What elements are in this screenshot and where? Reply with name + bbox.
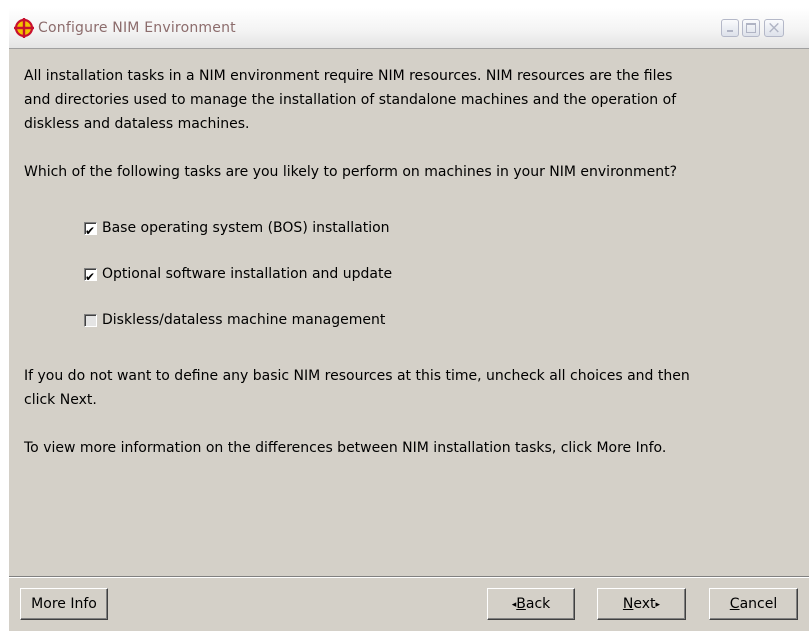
intro-text: All installation tasks in a NIM environm… bbox=[24, 68, 677, 132]
maximize-button[interactable] bbox=[742, 19, 760, 37]
option-bos-installation[interactable]: ✔ Base operating system (BOS) installati… bbox=[84, 216, 390, 240]
maximize-icon bbox=[746, 23, 756, 33]
checkbox-optional-software[interactable]: ✔ bbox=[84, 267, 97, 284]
close-button[interactable]: × bbox=[764, 18, 784, 38]
title-bar[interactable]: Configure NIM Environment × bbox=[9, 8, 809, 49]
minimize-button[interactable] bbox=[721, 19, 739, 37]
option-label: Base operating system (BOS) installation bbox=[102, 220, 390, 236]
cancel-label: ancel bbox=[739, 596, 778, 612]
next-arrow-icon: ▸ bbox=[655, 600, 661, 610]
next-button[interactable]: Next▸ bbox=[597, 588, 686, 620]
checkmark-icon: ✔ bbox=[85, 223, 96, 238]
hint-text: If you do not want to define any basic N… bbox=[24, 368, 690, 408]
option-diskless-management[interactable]: Diskless/dataless machine management bbox=[84, 308, 385, 332]
back-mnemonic: B bbox=[516, 596, 526, 612]
cancel-mnemonic: C bbox=[729, 596, 740, 612]
back-label: ack bbox=[525, 596, 551, 612]
minimize-icon bbox=[727, 30, 733, 32]
option-label: Diskless/dataless machine management bbox=[102, 312, 386, 328]
configure-nim-dialog: Configure NIM Environment × All installa… bbox=[8, 7, 809, 631]
back-button[interactable]: ◂Back bbox=[487, 588, 575, 620]
checkbox-bos-installation[interactable]: ✔ bbox=[84, 221, 97, 238]
option-label: Optional software installation and updat… bbox=[102, 266, 393, 282]
nim-crosshair-icon bbox=[14, 18, 34, 38]
close-icon: × bbox=[766, 18, 782, 38]
next-label: ext bbox=[633, 596, 656, 612]
cancel-button[interactable]: Cancel bbox=[709, 588, 798, 620]
checkmark-icon: ✔ bbox=[85, 269, 96, 284]
option-optional-software[interactable]: ✔ Optional software installation and upd… bbox=[84, 262, 392, 286]
button-bar: More Info ◂Back Next▸ Cancel bbox=[9, 576, 809, 632]
more-info-button[interactable]: More Info bbox=[20, 588, 108, 620]
window-title: Configure NIM Environment bbox=[38, 20, 236, 36]
checkbox-diskless-management[interactable] bbox=[84, 313, 97, 327]
more-info-text: To view more information on the differen… bbox=[24, 440, 667, 456]
question-text: Which of the following tasks are you lik… bbox=[24, 164, 678, 180]
next-mnemonic: N bbox=[622, 596, 634, 612]
